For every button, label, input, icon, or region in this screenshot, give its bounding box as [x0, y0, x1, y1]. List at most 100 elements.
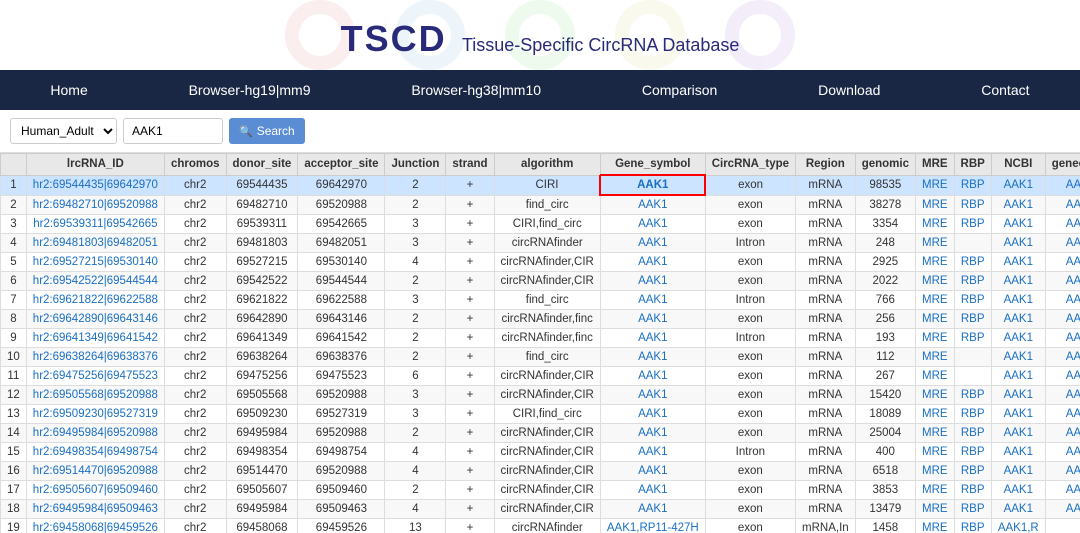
cell-link[interactable]: MRE — [922, 199, 948, 211]
table-cell[interactable]: AAK1 — [1045, 424, 1080, 443]
table-cell[interactable]: AAK1 — [1045, 367, 1080, 386]
table-cell[interactable]: AAK1 — [991, 500, 1045, 519]
table-cell[interactable]: AAK1 — [1045, 481, 1080, 500]
cell-link[interactable]: AAK1 — [638, 484, 667, 496]
cell-link[interactable]: AAK1 — [638, 237, 667, 249]
cell-link[interactable]: hr2:69495984|69520988 — [33, 427, 158, 439]
nav-browser-hg19[interactable]: Browser-hg19|mm9 — [169, 70, 331, 110]
table-cell[interactable]: AAK1 — [1045, 386, 1080, 405]
cell-link[interactable]: AAK1 — [638, 408, 667, 420]
cell-link[interactable]: RBP — [961, 408, 985, 420]
table-cell[interactable]: hr2:69641349|69641542 — [26, 329, 164, 348]
cell-link[interactable]: hr2:69475256|69475523 — [33, 370, 158, 382]
cell-link[interactable]: AAK1 — [1004, 237, 1033, 249]
table-cell[interactable]: AAK1 — [600, 462, 705, 481]
table-cell[interactable]: AAK1,RP11-427H — [600, 519, 705, 533]
cell-link[interactable]: hr2:69542522|69544544 — [33, 275, 158, 287]
table-cell[interactable]: hr2:69475256|69475523 — [26, 367, 164, 386]
cell-link[interactable]: RBP — [961, 218, 985, 230]
cell-link[interactable]: RBP — [961, 199, 985, 211]
table-cell[interactable]: AAK1 — [600, 272, 705, 291]
cell-link[interactable]: MRE — [922, 484, 948, 496]
cell-link[interactable]: MRE — [922, 313, 948, 325]
cell-link[interactable]: AAK1 — [1066, 503, 1080, 515]
cell-link[interactable]: AAK1 — [1066, 237, 1080, 249]
cell-link[interactable]: hr2:69642890|69643146 — [33, 313, 158, 325]
search-input[interactable] — [123, 118, 223, 144]
table-cell[interactable]: RBP — [954, 500, 991, 519]
table-cell[interactable]: hr2:69527215|69530140 — [26, 253, 164, 272]
nav-comparison[interactable]: Comparison — [622, 70, 737, 110]
table-cell[interactable]: AAK1 — [1045, 462, 1080, 481]
cell-link[interactable]: MRE — [922, 218, 948, 230]
cell-link[interactable]: AAK1 — [1004, 313, 1033, 325]
cell-link[interactable]: AAK1 — [1004, 465, 1033, 477]
cell-link[interactable]: RBP — [961, 389, 985, 401]
nav-contact[interactable]: Contact — [961, 70, 1049, 110]
cell-link[interactable]: AAK1 — [638, 294, 667, 306]
table-cell[interactable]: AAK1 — [600, 195, 705, 215]
cell-link[interactable]: AAK1 — [638, 370, 667, 382]
table-cell[interactable]: hr2:69539311|69542665 — [26, 215, 164, 234]
table-cell[interactable]: hr2:69482710|69520988 — [26, 195, 164, 215]
table-cell[interactable]: AAK1 — [991, 348, 1045, 367]
table-cell[interactable]: MRE — [915, 405, 954, 424]
cell-link[interactable]: MRE — [922, 179, 948, 191]
table-cell[interactable]: RBP — [954, 424, 991, 443]
cell-link[interactable]: AAK1 — [1004, 446, 1033, 458]
table-cell[interactable]: AAK1 — [1045, 310, 1080, 329]
table-cell[interactable]: hr2:69505568|69520988 — [26, 386, 164, 405]
cell-link[interactable]: hr2:69495984|69509463 — [33, 503, 158, 515]
cell-link[interactable]: hr2:69482710|69520988 — [33, 199, 158, 211]
table-cell[interactable]: hr2:69481803|69482051 — [26, 234, 164, 253]
table-cell[interactable]: hr2:69495984|69520988 — [26, 424, 164, 443]
cell-link[interactable]: MRE — [922, 503, 948, 515]
table-cell[interactable]: MRE — [915, 462, 954, 481]
cell-link[interactable]: AAK1 — [1004, 179, 1033, 191]
cell-link[interactable]: AAK1 — [1066, 465, 1080, 477]
cell-link[interactable]: hr2:69641349|69641542 — [33, 332, 158, 344]
table-cell[interactable]: AAK1 — [1045, 195, 1080, 215]
cell-link[interactable]: AAK1 — [1004, 370, 1033, 382]
table-cell[interactable]: AAK1 — [600, 310, 705, 329]
cell-link[interactable]: AAK1 — [1004, 218, 1033, 230]
table-cell[interactable]: MRE — [915, 386, 954, 405]
cell-link[interactable]: AAK1 — [638, 199, 667, 211]
table-cell[interactable]: RBP — [954, 443, 991, 462]
table-cell[interactable]: AAK1 — [1045, 175, 1080, 195]
cell-link[interactable]: hr2:69505568|69520988 — [33, 389, 158, 401]
table-cell[interactable]: RBP — [954, 291, 991, 310]
table-cell[interactable]: AAK1 — [1045, 272, 1080, 291]
cell-link[interactable]: MRE — [922, 294, 948, 306]
table-cell[interactable]: RBP — [954, 175, 991, 195]
table-cell[interactable]: AAK1 — [600, 291, 705, 310]
table-cell[interactable]: hr2:69458068|69459526 — [26, 519, 164, 533]
table-cell[interactable]: hr2:69498354|69498754 — [26, 443, 164, 462]
table-cell[interactable]: MRE — [915, 519, 954, 533]
cell-link[interactable]: AAK1 — [1066, 484, 1080, 496]
table-cell[interactable]: AAK1 — [1045, 329, 1080, 348]
species-dropdown[interactable]: Human_Adult Human_Fetal Mouse_Adult Mous… — [10, 118, 117, 144]
table-cell[interactable]: MRE — [915, 195, 954, 215]
table-cell[interactable]: AAK1 — [991, 443, 1045, 462]
cell-link[interactable]: MRE — [922, 351, 948, 363]
table-cell[interactable]: MRE — [915, 215, 954, 234]
cell-link[interactable]: AAK1 — [1066, 351, 1080, 363]
cell-link[interactable]: AAK1 — [1066, 179, 1080, 191]
nav-browser-hg38[interactable]: Browser-hg38|mm10 — [391, 70, 561, 110]
table-cell[interactable]: AAK1 — [1045, 348, 1080, 367]
cell-link[interactable]: RBP — [961, 465, 985, 477]
table-cell[interactable]: RBP — [954, 253, 991, 272]
cell-link[interactable]: hr2:69544435|69642970 — [33, 179, 158, 191]
table-cell[interactable]: hr2:69509230|69527319 — [26, 405, 164, 424]
table-cell[interactable]: AAK1 — [991, 424, 1045, 443]
cell-link[interactable]: RBP — [961, 427, 985, 439]
table-cell[interactable]: AAK1 — [600, 367, 705, 386]
table-cell[interactable]: AAK1,R — [991, 519, 1045, 533]
table-cell[interactable]: AAK1 — [1045, 443, 1080, 462]
cell-link[interactable]: AAK1 — [1066, 408, 1080, 420]
table-cell[interactable]: AAK1 — [600, 253, 705, 272]
table-cell[interactable]: MRE — [915, 310, 954, 329]
table-cell[interactable]: AAK1 — [991, 405, 1045, 424]
cell-link[interactable]: MRE — [922, 446, 948, 458]
